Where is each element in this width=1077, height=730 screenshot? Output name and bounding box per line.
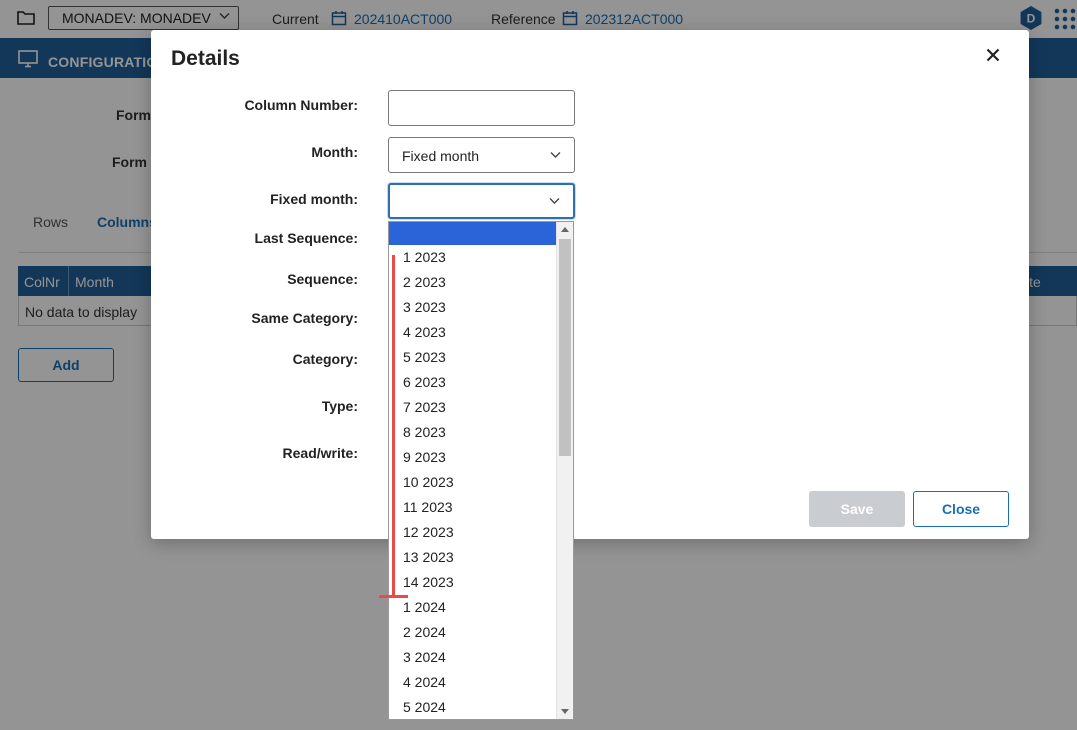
dropdown-option[interactable]: 1 2023 bbox=[389, 245, 557, 270]
close-button[interactable]: Close bbox=[913, 491, 1009, 527]
dropdown-option[interactable]: 5 2023 bbox=[389, 345, 557, 370]
dropdown-option[interactable]: 6 2023 bbox=[389, 370, 557, 395]
dropdown-option[interactable]: 12 2023 bbox=[389, 520, 557, 545]
dropdown-option[interactable]: 5 2024 bbox=[389, 695, 557, 719]
read-write-label: Read/write: bbox=[282, 445, 358, 461]
save-button[interactable]: Save bbox=[809, 491, 905, 527]
dropdown-option[interactable]: 2 2023 bbox=[389, 270, 557, 295]
dropdown-option[interactable]: 2 2024 bbox=[389, 620, 557, 645]
fixed-month-label: Fixed month: bbox=[270, 191, 358, 207]
category-label: Category: bbox=[292, 351, 358, 367]
dropdown-option[interactable]: 7 2023 bbox=[389, 395, 557, 420]
scroll-down-arrow-icon[interactable] bbox=[561, 709, 569, 714]
month-label: Month: bbox=[311, 144, 358, 160]
dropdown-option[interactable]: 1 2024 bbox=[389, 595, 557, 620]
month-select-value: Fixed month bbox=[402, 148, 480, 164]
chevron-down-icon bbox=[549, 198, 560, 204]
details-dialog: Details Column Number: Month: Fixed mont… bbox=[151, 30, 1029, 539]
dropdown-option[interactable]: 10 2023 bbox=[389, 470, 557, 495]
scroll-up-arrow-icon[interactable] bbox=[561, 227, 569, 232]
chevron-down-icon bbox=[550, 152, 561, 158]
month-select[interactable]: Fixed month bbox=[388, 137, 575, 173]
dropdown-scrollbar[interactable] bbox=[556, 222, 573, 719]
annotation-bracket-vertical bbox=[392, 255, 395, 598]
dropdown-option[interactable]: 3 2023 bbox=[389, 295, 557, 320]
column-number-label: Column Number: bbox=[244, 97, 358, 113]
dialog-title: Details bbox=[171, 47, 240, 70]
column-number-input[interactable] bbox=[388, 90, 575, 126]
dropdown-option[interactable]: 14 2023 bbox=[389, 570, 557, 595]
same-category-label: Same Category: bbox=[251, 310, 358, 326]
dropdown-option[interactable]: 3 2024 bbox=[389, 645, 557, 670]
dropdown-option[interactable]: 4 2023 bbox=[389, 320, 557, 345]
dropdown-option[interactable]: 11 2023 bbox=[389, 495, 557, 520]
fixed-month-dropdown[interactable]: 1 2023 2 2023 3 2023 4 2023 5 2023 6 202… bbox=[388, 221, 574, 720]
last-sequence-label: Last Sequence: bbox=[254, 230, 358, 246]
dropdown-option[interactable]: 8 2023 bbox=[389, 420, 557, 445]
type-label: Type: bbox=[321, 398, 358, 414]
scrollbar-thumb[interactable] bbox=[559, 239, 571, 456]
dropdown-option[interactable]: 4 2024 bbox=[389, 670, 557, 695]
dropdown-option[interactable]: 13 2023 bbox=[389, 545, 557, 570]
close-icon[interactable] bbox=[985, 47, 1001, 63]
dropdown-option[interactable] bbox=[389, 222, 557, 245]
sequence-label: Sequence: bbox=[287, 271, 358, 287]
dropdown-option[interactable]: 9 2023 bbox=[389, 445, 557, 470]
fixed-month-select[interactable] bbox=[388, 183, 575, 219]
fixed-month-options: 1 2023 2 2023 3 2023 4 2023 5 2023 6 202… bbox=[389, 222, 557, 719]
annotation-bracket-horizontal bbox=[379, 595, 408, 598]
